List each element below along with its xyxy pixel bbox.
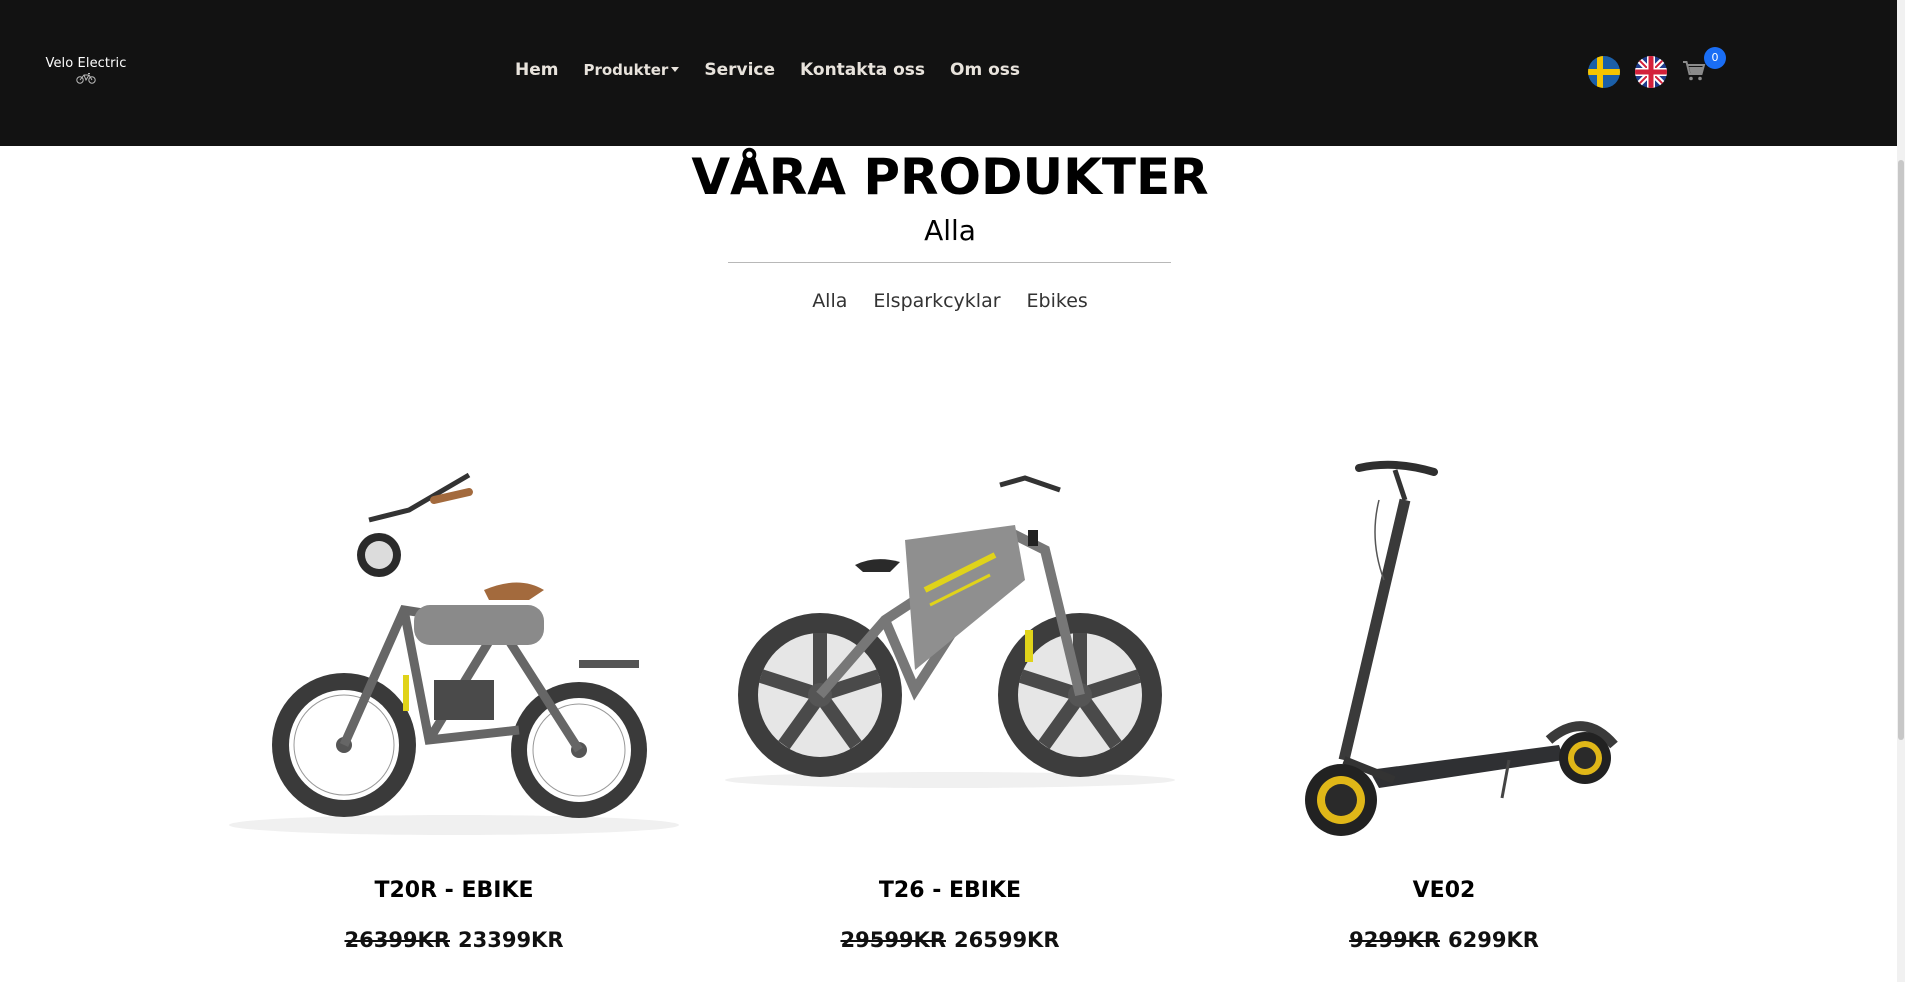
old-price: 29599KR: [840, 928, 946, 952]
top-navbar: Velo Electric Hem Produkter Service Kont…: [0, 0, 1905, 146]
brand-logo[interactable]: Velo Electric: [36, 56, 136, 84]
nav-item-produkter[interactable]: Produkter: [583, 61, 680, 79]
product-price: 29599KR 26599KR: [725, 928, 1175, 952]
sale-price: 26599KR: [954, 928, 1060, 952]
old-price: 26399KR: [344, 928, 450, 952]
brand-logo-text: Velo Electric: [45, 56, 127, 71]
chevron-down-icon: [671, 67, 680, 72]
filter-ebikes[interactable]: Ebikes: [1027, 290, 1088, 312]
page-scrollbar-thumb[interactable]: [1898, 160, 1904, 740]
nav-item-service[interactable]: Service: [704, 60, 775, 80]
cart-icon[interactable]: [1682, 60, 1706, 82]
nav-item-hem[interactable]: Hem: [515, 60, 558, 80]
product-name[interactable]: VE02: [1219, 878, 1669, 903]
cart-count-badge: 0: [1704, 47, 1726, 69]
nav-item-produkter-label: Produkter: [583, 61, 669, 79]
product-image-t26[interactable]: [725, 440, 1175, 880]
product-image-ve02[interactable]: [1219, 440, 1669, 880]
filter-elsparkcyklar[interactable]: Elsparkcyklar: [873, 290, 1000, 312]
product-price: 26399KR 23399KR: [229, 928, 679, 952]
category-subtitle: Alla: [924, 214, 976, 247]
main-nav: Hem Produkter Service Kontakta oss Om os…: [515, 60, 1020, 80]
swedish-flag-icon[interactable]: [1588, 56, 1620, 88]
filter-alla[interactable]: Alla: [812, 290, 847, 312]
nav-item-kontakta-oss[interactable]: Kontakta oss: [800, 60, 925, 80]
product-name[interactable]: T26 - EBIKE: [725, 878, 1175, 903]
uk-flag-icon[interactable]: [1635, 56, 1667, 88]
old-price: 9299KR: [1349, 928, 1440, 952]
product-name[interactable]: T20R - EBIKE: [229, 878, 679, 903]
product-image-t20r[interactable]: [229, 440, 679, 880]
sale-price: 23399KR: [458, 928, 564, 952]
category-filters: Alla Elsparkcyklar Ebikes: [0, 290, 1900, 312]
bike-icon: [76, 73, 96, 84]
product-price: 9299KR 6299KR: [1219, 928, 1669, 952]
title-divider: [728, 262, 1171, 263]
nav-item-om-oss[interactable]: Om oss: [950, 60, 1020, 80]
sale-price: 6299KR: [1448, 928, 1539, 952]
page-title: VÅRA PRODUKTER: [691, 148, 1209, 206]
